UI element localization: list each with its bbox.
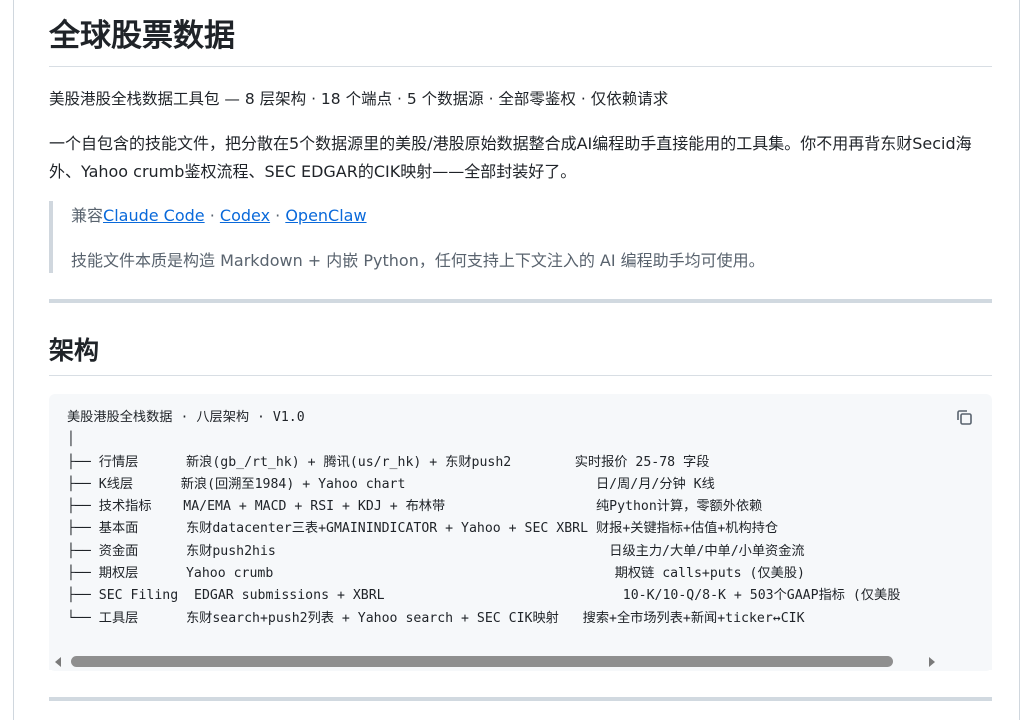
link-openclaw[interactable]: OpenClaw xyxy=(285,206,366,225)
code-line: │ xyxy=(67,432,75,448)
compat-prefix: 兼容 xyxy=(71,206,104,225)
link-separator: · xyxy=(270,206,286,225)
horizontal-scrollbar[interactable] xyxy=(49,653,992,670)
code-line: ├── 基本面 东财datacenter三表+GMAININDICATOR + … xyxy=(67,521,779,537)
intro-paragraph: 一个自包含的技能文件，把分散在5个数据源里的美股/港股原始数据整合成AI编程助手… xyxy=(49,134,972,181)
compat-note: 技能文件本质是构造 Markdown + 内嵌 Python，任何支持上下文注入… xyxy=(71,251,765,270)
tagline: 美股港股全栈数据工具包 — 8 层架构 · 18 个端点 · 5 个数据源 · … xyxy=(49,90,669,108)
code-line: ├── 行情层 新浪(gb_/rt_hk) + 腾讯(us/r_hk) + 东财… xyxy=(67,454,710,470)
architecture-heading: 架构 xyxy=(49,336,100,365)
scroll-left-arrow-icon[interactable] xyxy=(53,656,65,668)
scrollbar-thumb[interactable] xyxy=(71,656,893,667)
code-line: ├── 技术指标 MA/EMA + MACD + RSI + KDJ + 布林带… xyxy=(67,499,763,515)
code-line: └── 工具层 东财search+push2列表 + Yahoo search … xyxy=(67,610,805,626)
compat-line: 兼容Claude Code · Codex · OpenClaw xyxy=(71,205,367,227)
code-line: 美股港股全栈数据 · 八层架构 · V1.0 xyxy=(67,410,305,425)
copy-button[interactable] xyxy=(952,405,978,431)
section-divider xyxy=(49,697,992,701)
heading-divider xyxy=(49,375,992,376)
architecture-code-block[interactable]: 美股港股全栈数据 · 八层架构 · V1.0 │ ├── 行情层 新浪(gb_/… xyxy=(49,394,992,671)
code-line: ├── K线层 新浪(回溯至1984) + Yahoo chart 日/周/月/… xyxy=(67,476,715,492)
compat-blockquote: 兼容Claude Code · Codex · OpenClaw 技能文件本质是… xyxy=(49,201,996,273)
section-divider xyxy=(49,299,992,303)
code-line: ├── 期权层 Yahoo crumb 期权链 calls+puts (仅美股) xyxy=(67,566,805,582)
copy-icon xyxy=(957,410,972,425)
page-frame-right-border xyxy=(1019,0,1020,720)
code-line: ├── 资金面 东财push2his 日级主力/大单/中单/小单资金流 xyxy=(67,543,805,559)
link-codex[interactable]: Codex xyxy=(220,206,270,225)
code-line: ├── SEC Filing EDGAR submissions + XBRL … xyxy=(67,588,901,604)
title-divider xyxy=(49,66,992,67)
page-title: 全球股票数据 xyxy=(49,18,235,54)
link-claude-code[interactable]: Claude Code xyxy=(103,206,205,225)
code-lines: 美股港股全栈数据 · 八层架构 · V1.0 │ ├── 行情层 新浪(gb_/… xyxy=(67,407,900,630)
page-frame-left-border xyxy=(13,0,14,720)
link-separator: · xyxy=(204,206,220,225)
scroll-right-arrow-icon[interactable] xyxy=(925,656,937,668)
